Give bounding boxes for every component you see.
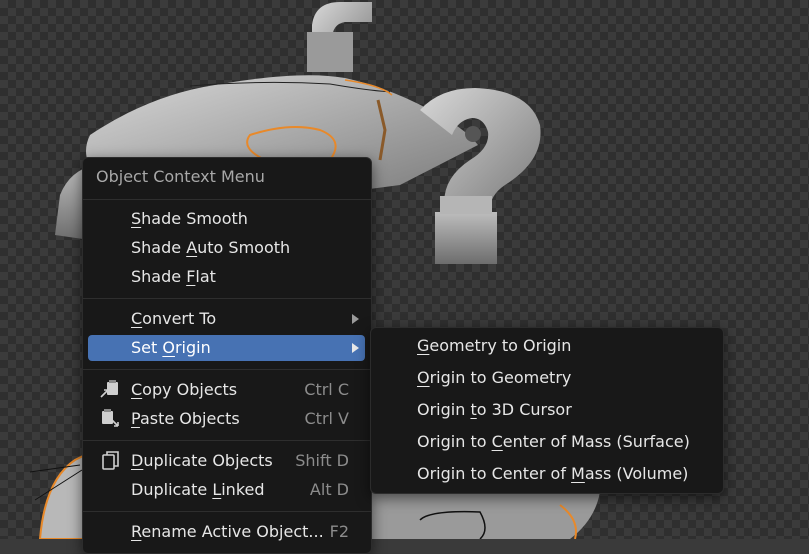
convert-to-item[interactable]: Convert To (88, 306, 365, 332)
object-context-menu: Object Context Menu Shade Smooth Shade A… (82, 157, 372, 554)
shade-smooth-item[interactable]: Shade Smooth (88, 206, 365, 232)
menu-separator (83, 369, 371, 370)
menu-separator (83, 298, 371, 299)
shade-smooth-label: Shade Smooth (131, 209, 248, 228)
shade-flat-label: Shade Flat (131, 267, 216, 286)
origin-to-center-of-mass-surface-item[interactable]: Origin to Center of Mass (Surface) (379, 428, 715, 456)
origin-to-center-of-mass-volume-item[interactable]: Origin to Center of Mass (Volume) (379, 460, 715, 488)
origin-to-center-of-mass-surface-label: Origin to Center of Mass (Surface) (417, 432, 690, 451)
shade-flat-item[interactable]: Shade Flat (88, 264, 365, 290)
menu-title: Object Context Menu (96, 167, 265, 186)
duplicate-linked-label: Duplicate Linked (131, 480, 265, 499)
origin-to-center-of-mass-volume-label: Origin to Center of Mass (Volume) (417, 464, 689, 483)
duplicate-linked-shortcut: Alt D (309, 480, 349, 499)
menu-separator (83, 440, 371, 441)
origin-to-geometry-label: Origin to Geometry (417, 368, 572, 387)
shade-auto-smooth-item[interactable]: Shade Auto Smooth (88, 235, 365, 261)
rename-active-object-label: Rename Active Object... (131, 522, 324, 541)
duplicate-linked-item[interactable]: Duplicate Linked Alt D (88, 477, 365, 503)
copy-objects-item[interactable]: Copy Objects Ctrl C (88, 377, 365, 403)
set-origin-submenu: Geometry to Origin Origin to Geometry Or… (370, 327, 724, 494)
origin-to-3d-cursor-label: Origin to 3D Cursor (417, 400, 572, 419)
set-origin-label: Set Origin (131, 338, 211, 357)
geometry-to-origin-label: Geometry to Origin (417, 336, 572, 355)
duplicate-icon (99, 451, 121, 471)
object-question-base (435, 212, 497, 264)
submenu-arrow-icon (352, 343, 359, 353)
duplicate-objects-label: Duplicate Objects (131, 451, 273, 470)
object-lower-right (372, 492, 600, 539)
rename-active-object-item[interactable]: Rename Active Object... F2 (88, 519, 365, 545)
shade-auto-smooth-label: Shade Auto Smooth (131, 238, 291, 257)
duplicate-objects-item[interactable]: Duplicate Objects Shift D (88, 448, 365, 474)
menu-separator (83, 511, 371, 512)
copy-icon (99, 380, 121, 400)
menu-separator (83, 199, 371, 200)
geometry-to-origin-item[interactable]: Geometry to Origin (379, 332, 715, 360)
rename-shortcut: F2 (329, 522, 349, 541)
paste-objects-label: Paste Objects (131, 409, 240, 428)
set-origin-item[interactable]: Set Origin (88, 335, 365, 361)
paste-shortcut: Ctrl V (304, 409, 350, 428)
duplicate-shortcut: Shift D (295, 451, 349, 470)
paste-objects-item[interactable]: Paste Objects Ctrl V (88, 406, 365, 432)
copy-objects-label: Copy Objects (131, 380, 238, 399)
object-tube-cap (307, 32, 353, 72)
origin-to-geometry-item[interactable]: Origin to Geometry (379, 364, 715, 392)
copy-shortcut: Ctrl C (304, 380, 349, 399)
paste-icon (99, 409, 121, 429)
convert-to-label: Convert To (131, 309, 217, 328)
submenu-arrow-icon (352, 314, 359, 324)
origin-to-3d-cursor-item[interactable]: Origin to 3D Cursor (379, 396, 715, 424)
